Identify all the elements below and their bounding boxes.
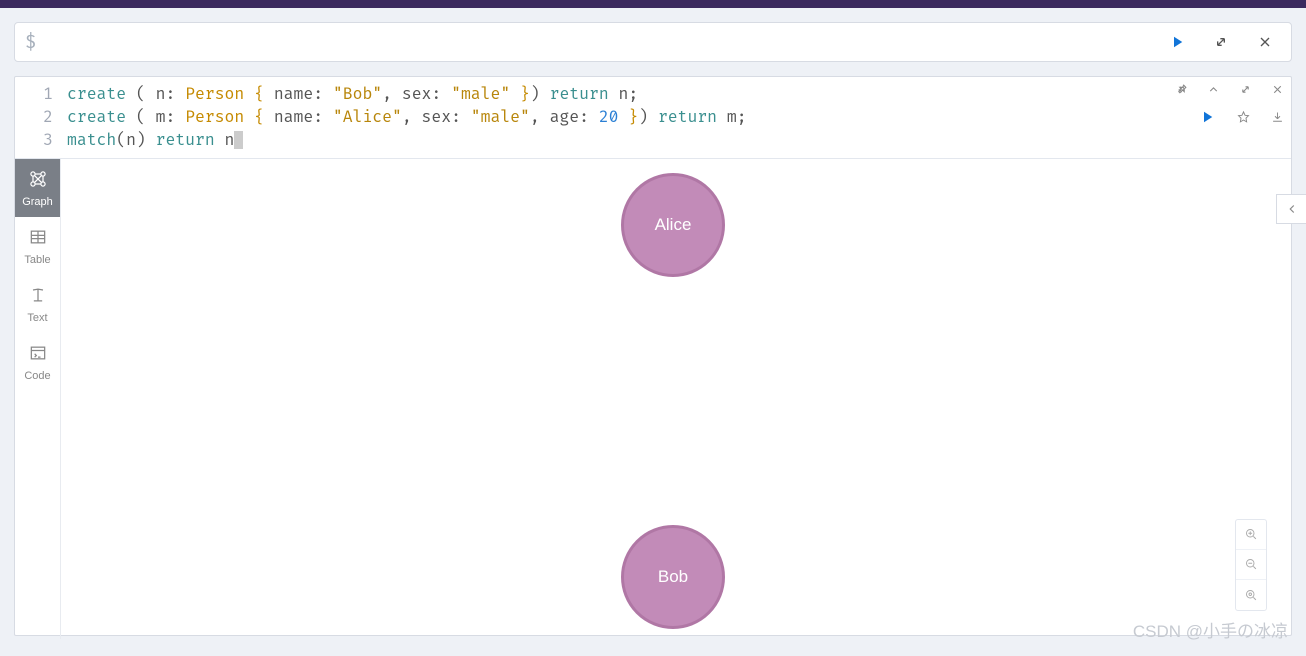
expand-icon[interactable] [1211, 32, 1231, 52]
graph-canvas[interactable]: Alice Bob [61, 159, 1291, 639]
tab-code[interactable]: Code [15, 333, 60, 391]
code-icon [28, 343, 48, 366]
view-tabs: Graph Table Text Code [15, 159, 61, 639]
zoom-out-button[interactable] [1236, 550, 1266, 580]
tab-label: Table [24, 254, 50, 266]
tab-label: Text [27, 312, 47, 324]
code-line[interactable]: 1create ( n: Person { name: "Bob", sex: … [15, 83, 1291, 106]
favorite-icon[interactable] [1235, 109, 1251, 125]
tab-table[interactable]: Table [15, 217, 60, 275]
run-editor-button[interactable] [1197, 107, 1217, 127]
side-panel-toggle[interactable] [1276, 194, 1306, 224]
code-text[interactable]: create ( m: Person { name: "Alice", sex:… [67, 106, 747, 129]
download-icon[interactable] [1269, 109, 1285, 125]
query-input[interactable] [36, 33, 1167, 52]
zoom-in-button[interactable] [1236, 520, 1266, 550]
close-icon[interactable] [1255, 32, 1275, 52]
zoom-controls [1235, 519, 1267, 611]
text-icon [28, 285, 48, 308]
result-panel: 1create ( n: Person { name: "Bob", sex: … [14, 76, 1292, 636]
code-text[interactable]: match(n) return n [67, 129, 243, 152]
prompt-symbol: $ [25, 31, 36, 54]
code-line[interactable]: 2create ( m: Person { name: "Alice", sex… [15, 106, 1291, 129]
line-number: 1 [15, 83, 67, 106]
code-text[interactable]: create ( n: Person { name: "Bob", sex: "… [67, 83, 638, 106]
line-number: 2 [15, 106, 67, 129]
code-line[interactable]: 3match(n) return n [15, 129, 1291, 152]
tab-text[interactable]: Text [15, 275, 60, 333]
query-bar: $ [14, 22, 1292, 62]
zoom-fit-button[interactable] [1236, 580, 1266, 610]
tab-label: Graph [22, 196, 53, 208]
line-number: 3 [15, 129, 67, 152]
run-query-button[interactable] [1167, 32, 1187, 52]
tab-label: Code [24, 370, 50, 382]
table-icon [28, 227, 48, 250]
top-accent-bar [0, 0, 1306, 8]
graph-node-bob[interactable]: Bob [621, 525, 725, 629]
tab-graph[interactable]: Graph [15, 159, 60, 217]
graph-icon [28, 169, 48, 192]
graph-node-alice[interactable]: Alice [621, 173, 725, 277]
query-editor[interactable]: 1create ( n: Person { name: "Bob", sex: … [15, 77, 1291, 159]
